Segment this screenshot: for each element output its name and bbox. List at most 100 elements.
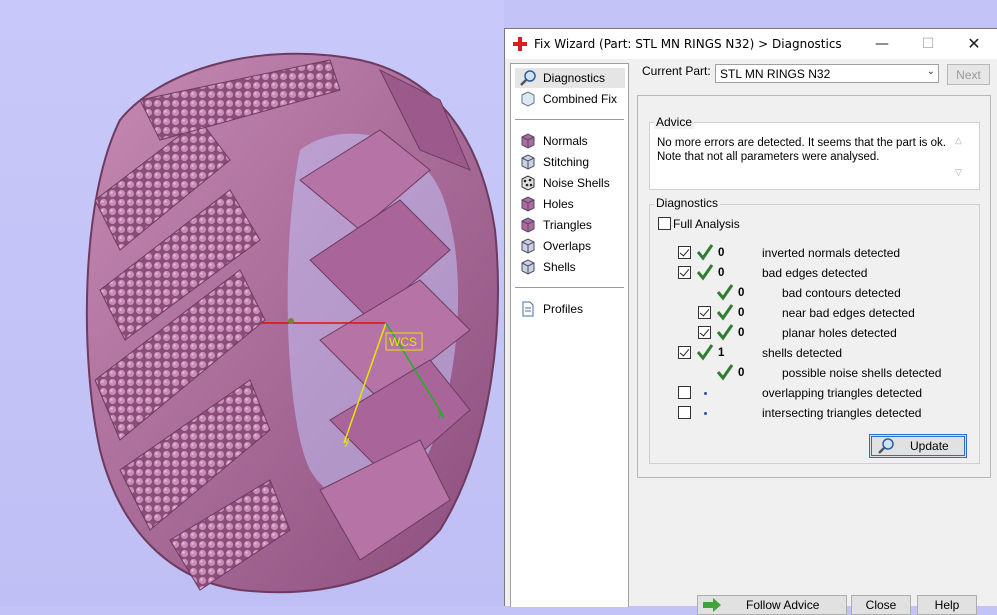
nav-item-label: Normals <box>543 134 588 148</box>
nav-divider <box>515 287 624 288</box>
planar-holes-count: 0 <box>738 327 745 339</box>
advice-line-1: No more errors are detected. It seems th… <box>657 137 946 149</box>
window-title: Fix Wizard (Part: STL MN RINGS N32) > Di… <box>534 37 842 51</box>
nav-item-label: Noise Shells <box>543 176 610 190</box>
follow-advice-button[interactable]: Follow Advice <box>697 595 847 615</box>
advice-text: No more errors are detected. It seems th… <box>657 136 947 164</box>
check-icon <box>696 344 714 361</box>
cube-icon <box>521 217 535 233</box>
planar-holes-checkbox[interactable] <box>698 326 711 339</box>
cube-icon <box>521 259 535 275</box>
check-icon <box>716 364 734 381</box>
title-bar[interactable]: Fix Wizard (Part: STL MN RINGS N32) > Di… <box>505 29 997 59</box>
status-dot-icon <box>704 412 707 415</box>
planar-holes-label: planar holes detected <box>782 326 897 340</box>
check-icon <box>696 264 714 281</box>
close-button[interactable]: Close <box>851 595 911 615</box>
nav-item-label: Holes <box>543 197 574 211</box>
inverted-normals-checkbox[interactable] <box>678 246 691 259</box>
nav-item-label: Triangles <box>543 218 592 232</box>
follow-advice-label: Follow Advice <box>746 598 820 612</box>
magnifier-icon <box>878 438 894 454</box>
cube-icon <box>521 196 535 212</box>
inverted-normals-count: 0 <box>718 247 725 259</box>
nav-item-holes[interactable]: Holes <box>515 194 625 214</box>
ring-model: WCS y x <box>85 52 499 594</box>
near-bad-edges-count: 0 <box>738 307 745 319</box>
wcs-label: WCS <box>389 335 417 349</box>
check-icon <box>696 244 714 261</box>
arrow-right-icon <box>703 598 721 612</box>
3d-viewport[interactable]: WCS y x <box>0 0 504 606</box>
full-analysis-checkbox[interactable] <box>658 217 671 230</box>
advice-line-2: Note that not all parameters were analys… <box>657 151 880 163</box>
nav-item-label: Shells <box>543 260 576 274</box>
nav-item-label: Profiles <box>543 302 584 316</box>
bad-contours-label: bad contours detected <box>782 286 901 300</box>
next-button[interactable]: Next <box>947 64 990 85</box>
chevron-down-icon: ⌄ <box>926 66 935 77</box>
nav-divider <box>515 119 624 120</box>
full-analysis-label: Full Analysis <box>673 217 740 231</box>
nav-item-triangles[interactable]: Triangles <box>515 215 625 235</box>
maximize-button[interactable]: ☐ <box>905 29 951 59</box>
status-dot-icon <box>704 392 707 395</box>
cube-icon <box>521 154 535 170</box>
bad-edges-checkbox[interactable] <box>678 266 691 279</box>
scroll-down-icon[interactable]: ▽ <box>955 167 962 178</box>
bad-edges-label: bad edges detected <box>762 266 868 280</box>
near-bad-edges-checkbox[interactable] <box>698 306 711 319</box>
wizard-nav: Diagnostics Combined Fix Normals Stitchi… <box>510 63 629 607</box>
nav-item-combined-fix[interactable]: Combined Fix <box>515 89 625 109</box>
fix-wizard-dialog: Fix Wizard (Part: STL MN RINGS N32) > Di… <box>504 28 997 615</box>
bad-contours-count: 0 <box>738 287 745 299</box>
noise-shells-label: possible noise shells detected <box>782 366 942 380</box>
intersecting-triangles-label: intersecting triangles detected <box>762 406 922 420</box>
advice-scrollbar[interactable]: △ ▽ <box>952 135 966 181</box>
scroll-up-icon[interactable]: △ <box>955 135 962 146</box>
nav-item-label: Overlaps <box>543 239 592 253</box>
nav-item-label: Stitching <box>543 155 590 169</box>
close-window-button[interactable]: ✕ <box>951 29 997 59</box>
nav-item-label: Combined Fix <box>543 92 618 106</box>
nav-item-profiles[interactable]: Profiles <box>515 299 625 319</box>
current-part-select[interactable]: STL MN RINGS N32 ⌄ <box>715 64 939 83</box>
cube-icon <box>521 91 535 107</box>
magnifier-icon <box>520 70 536 86</box>
red-cross-icon <box>513 37 527 51</box>
current-part-label: Current Part: <box>642 64 711 78</box>
overlapping-triangles-checkbox[interactable] <box>678 386 691 399</box>
check-icon <box>716 284 734 301</box>
nav-item-normals[interactable]: Normals <box>515 131 625 151</box>
check-icon <box>716 324 734 341</box>
nav-item-label: Diagnostics <box>543 71 606 85</box>
nav-item-noise-shells[interactable]: Noise Shells <box>515 173 625 193</box>
update-button-label: Update <box>910 439 949 453</box>
advice-title: Advice <box>654 115 695 129</box>
cube-icon <box>521 133 535 149</box>
nav-item-overlaps[interactable]: Overlaps <box>515 236 625 256</box>
current-part-value: STL MN RINGS N32 <box>720 67 831 81</box>
shells-checkbox[interactable] <box>678 346 691 359</box>
noise-shells-count: 0 <box>738 367 745 379</box>
x-axis-label: x <box>438 409 444 421</box>
shells-label: shells detected <box>762 346 843 360</box>
minimize-button[interactable]: — <box>859 29 905 59</box>
overlapping-triangles-label: overlapping triangles detected <box>762 386 923 400</box>
update-button[interactable]: Update <box>869 434 967 458</box>
y-axis-label: y <box>344 435 350 447</box>
intersecting-triangles-checkbox[interactable] <box>678 406 691 419</box>
shells-count: 1 <box>718 347 725 359</box>
diagnostics-title: Diagnostics <box>654 196 721 210</box>
help-button[interactable]: Help <box>917 595 977 615</box>
check-icon <box>716 304 734 321</box>
nav-item-diagnostics[interactable]: Diagnostics <box>515 68 625 88</box>
bad-edges-count: 0 <box>718 267 725 279</box>
cube-icon <box>521 175 535 191</box>
near-bad-edges-label: near bad edges detected <box>782 306 915 320</box>
nav-item-shells[interactable]: Shells <box>515 257 625 277</box>
cube-icon <box>521 238 535 254</box>
inverted-normals-label: inverted normals detected <box>762 246 901 260</box>
nav-item-stitching[interactable]: Stitching <box>515 152 625 172</box>
document-icon <box>522 301 534 317</box>
